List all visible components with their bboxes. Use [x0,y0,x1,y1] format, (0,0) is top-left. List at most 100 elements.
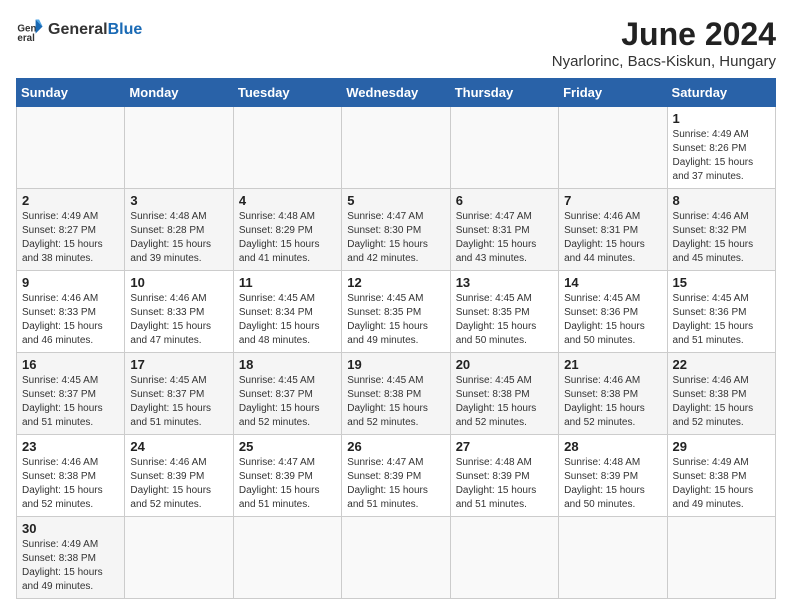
day-info: Sunrise: 4:49 AM Sunset: 8:38 PM Dayligh… [673,456,770,512]
empty-cell [559,517,667,599]
empty-cell [450,107,558,189]
day-number: 16 [22,357,119,372]
day-number: 12 [347,275,444,290]
day-cell-13: 13Sunrise: 4:45 AM Sunset: 8:35 PM Dayli… [450,271,558,353]
day-info: Sunrise: 4:45 AM Sunset: 8:38 PM Dayligh… [456,374,553,430]
empty-cell [125,107,233,189]
day-info: Sunrise: 4:49 AM Sunset: 8:27 PM Dayligh… [22,210,119,266]
day-info: Sunrise: 4:47 AM Sunset: 8:39 PM Dayligh… [347,456,444,512]
day-number: 28 [564,439,661,454]
day-cell-19: 19Sunrise: 4:45 AM Sunset: 8:38 PM Dayli… [342,353,450,435]
day-info: Sunrise: 4:45 AM Sunset: 8:36 PM Dayligh… [673,292,770,348]
day-info: Sunrise: 4:46 AM Sunset: 8:31 PM Dayligh… [564,210,661,266]
day-cell-26: 26 Sunrise: 4:47 AM Sunset: 8:39 PM Dayli… [342,435,450,517]
day-cell-23: 23 Sunrise: 4:46 AM Sunset: 8:38 PM Dayli… [17,435,125,517]
day-info: Sunrise: 4:45 AM Sunset: 8:35 PM Dayligh… [456,292,553,348]
day-cell-14: 14 Sunrise: 4:45 AM Sunset: 8:36 PM Dayli… [559,271,667,353]
day-cell-27: 27Sunrise: 4:48 AM Sunset: 8:39 PM Dayli… [450,435,558,517]
day-cell-25: 25 Sunrise: 4:47 AM Sunset: 8:39 PM Dayli… [233,435,341,517]
day-number: 25 [239,439,336,454]
day-cell-21: 21Sunrise: 4:46 AM Sunset: 8:38 PM Dayli… [559,353,667,435]
day-info: Sunrise: 4:46 AM Sunset: 8:38 PM Dayligh… [564,374,661,430]
logo-text: GeneralBlue [48,21,142,39]
day-number: 26 [347,439,444,454]
empty-cell [667,517,775,599]
day-info: Sunrise: 4:46 AM Sunset: 8:33 PM Dayligh… [22,292,119,348]
weekday-header-monday: Monday [125,79,233,107]
day-number: 3 [130,193,227,208]
day-number: 11 [239,275,336,290]
day-cell-15: 15 Sunrise: 4:45 AM Sunset: 8:36 PM Dayli… [667,271,775,353]
week-row-4: 16 Sunrise: 4:45 AM Sunset: 8:37 PM Dayli… [17,353,776,435]
day-cell-16: 16 Sunrise: 4:45 AM Sunset: 8:37 PM Dayli… [17,353,125,435]
day-cell-17: 17 Sunrise: 4:45 AM Sunset: 8:37 PM Dayli… [125,353,233,435]
day-cell-20: 20Sunrise: 4:45 AM Sunset: 8:38 PM Dayli… [450,353,558,435]
day-info: Sunrise: 4:47 AM Sunset: 8:39 PM Dayligh… [239,456,336,512]
day-cell-6: 6 Sunrise: 4:47 AM Sunset: 8:31 PM Daylig… [450,189,558,271]
day-cell-12: 12Sunrise: 4:45 AM Sunset: 8:35 PM Dayli… [342,271,450,353]
day-cell-24: 24 Sunrise: 4:46 AM Sunset: 8:39 PM Dayli… [125,435,233,517]
day-cell-18: 18 Sunrise: 4:45 AM Sunset: 8:37 PM Dayli… [233,353,341,435]
weekday-header-thursday: Thursday [450,79,558,107]
day-cell-11: 11 Sunrise: 4:45 AM Sunset: 8:34 PM Dayli… [233,271,341,353]
day-cell-4: 4Sunrise: 4:48 AM Sunset: 8:29 PM Daylig… [233,189,341,271]
day-info: Sunrise: 4:45 AM Sunset: 8:37 PM Dayligh… [22,374,119,430]
day-cell-28: 28 Sunrise: 4:48 AM Sunset: 8:39 PM Dayli… [559,435,667,517]
empty-cell [559,107,667,189]
day-cell-2: 2Sunrise: 4:49 AM Sunset: 8:27 PM Daylig… [17,189,125,271]
week-row-3: 9 Sunrise: 4:46 AM Sunset: 8:33 PM Daylig… [17,271,776,353]
day-number: 6 [456,193,553,208]
day-number: 30 [22,521,119,536]
day-info: Sunrise: 4:48 AM Sunset: 8:28 PM Dayligh… [130,210,227,266]
day-info: Sunrise: 4:47 AM Sunset: 8:31 PM Dayligh… [456,210,553,266]
day-info: Sunrise: 4:46 AM Sunset: 8:39 PM Dayligh… [130,456,227,512]
day-number: 29 [673,439,770,454]
empty-cell [233,517,341,599]
day-cell-3: 3 Sunrise: 4:48 AM Sunset: 8:28 PM Daylig… [125,189,233,271]
month-title: June 2024 [552,16,776,53]
day-info: Sunrise: 4:45 AM Sunset: 8:36 PM Dayligh… [564,292,661,348]
day-info: Sunrise: 4:45 AM Sunset: 8:38 PM Dayligh… [347,374,444,430]
empty-cell [342,107,450,189]
day-cell-9: 9 Sunrise: 4:46 AM Sunset: 8:33 PM Daylig… [17,271,125,353]
weekday-header-tuesday: Tuesday [233,79,341,107]
weekday-header-friday: Friday [559,79,667,107]
day-info: Sunrise: 4:45 AM Sunset: 8:34 PM Dayligh… [239,292,336,348]
day-info: Sunrise: 4:45 AM Sunset: 8:37 PM Dayligh… [130,374,227,430]
day-info: Sunrise: 4:46 AM Sunset: 8:38 PM Dayligh… [22,456,119,512]
day-cell-22: 22Sunrise: 4:46 AM Sunset: 8:38 PM Dayli… [667,353,775,435]
day-number: 17 [130,357,227,372]
day-number: 9 [22,275,119,290]
logo: Gen eral GeneralBlue [16,16,142,44]
week-row-6: 30 Sunrise: 4:49 AM Sunset: 8:38 PM Dayli… [17,517,776,599]
header: Gen eral GeneralBlue June 2024 Nyarlorin… [16,16,776,70]
weekday-header-saturday: Saturday [667,79,775,107]
day-number: 14 [564,275,661,290]
day-cell-8: 8 Sunrise: 4:46 AM Sunset: 8:32 PM Daylig… [667,189,775,271]
week-row-1: 1Sunrise: 4:49 AM Sunset: 8:26 PM Daylig… [17,107,776,189]
day-info: Sunrise: 4:45 AM Sunset: 8:37 PM Dayligh… [239,374,336,430]
empty-cell [125,517,233,599]
day-number: 15 [673,275,770,290]
day-info: Sunrise: 4:46 AM Sunset: 8:33 PM Dayligh… [130,292,227,348]
weekday-header-row: SundayMondayTuesdayWednesdayThursdayFrid… [17,79,776,107]
day-info: Sunrise: 4:46 AM Sunset: 8:38 PM Dayligh… [673,374,770,430]
day-number: 23 [22,439,119,454]
day-info: Sunrise: 4:49 AM Sunset: 8:38 PM Dayligh… [22,538,119,594]
day-cell-29: 29 Sunrise: 4:49 AM Sunset: 8:38 PM Dayli… [667,435,775,517]
day-number: 5 [347,193,444,208]
empty-cell [450,517,558,599]
title-area: June 2024 Nyarlorinc, Bacs-Kiskun, Hunga… [552,16,776,70]
day-cell-30: 30 Sunrise: 4:49 AM Sunset: 8:38 PM Dayli… [17,517,125,599]
day-number: 1 [673,111,770,126]
weekday-header-sunday: Sunday [17,79,125,107]
day-number: 10 [130,275,227,290]
empty-cell [17,107,125,189]
day-info: Sunrise: 4:46 AM Sunset: 8:32 PM Dayligh… [673,210,770,266]
svg-text:eral: eral [17,33,35,44]
day-number: 18 [239,357,336,372]
day-number: 7 [564,193,661,208]
day-number: 8 [673,193,770,208]
day-info: Sunrise: 4:48 AM Sunset: 8:39 PM Dayligh… [564,456,661,512]
day-number: 24 [130,439,227,454]
